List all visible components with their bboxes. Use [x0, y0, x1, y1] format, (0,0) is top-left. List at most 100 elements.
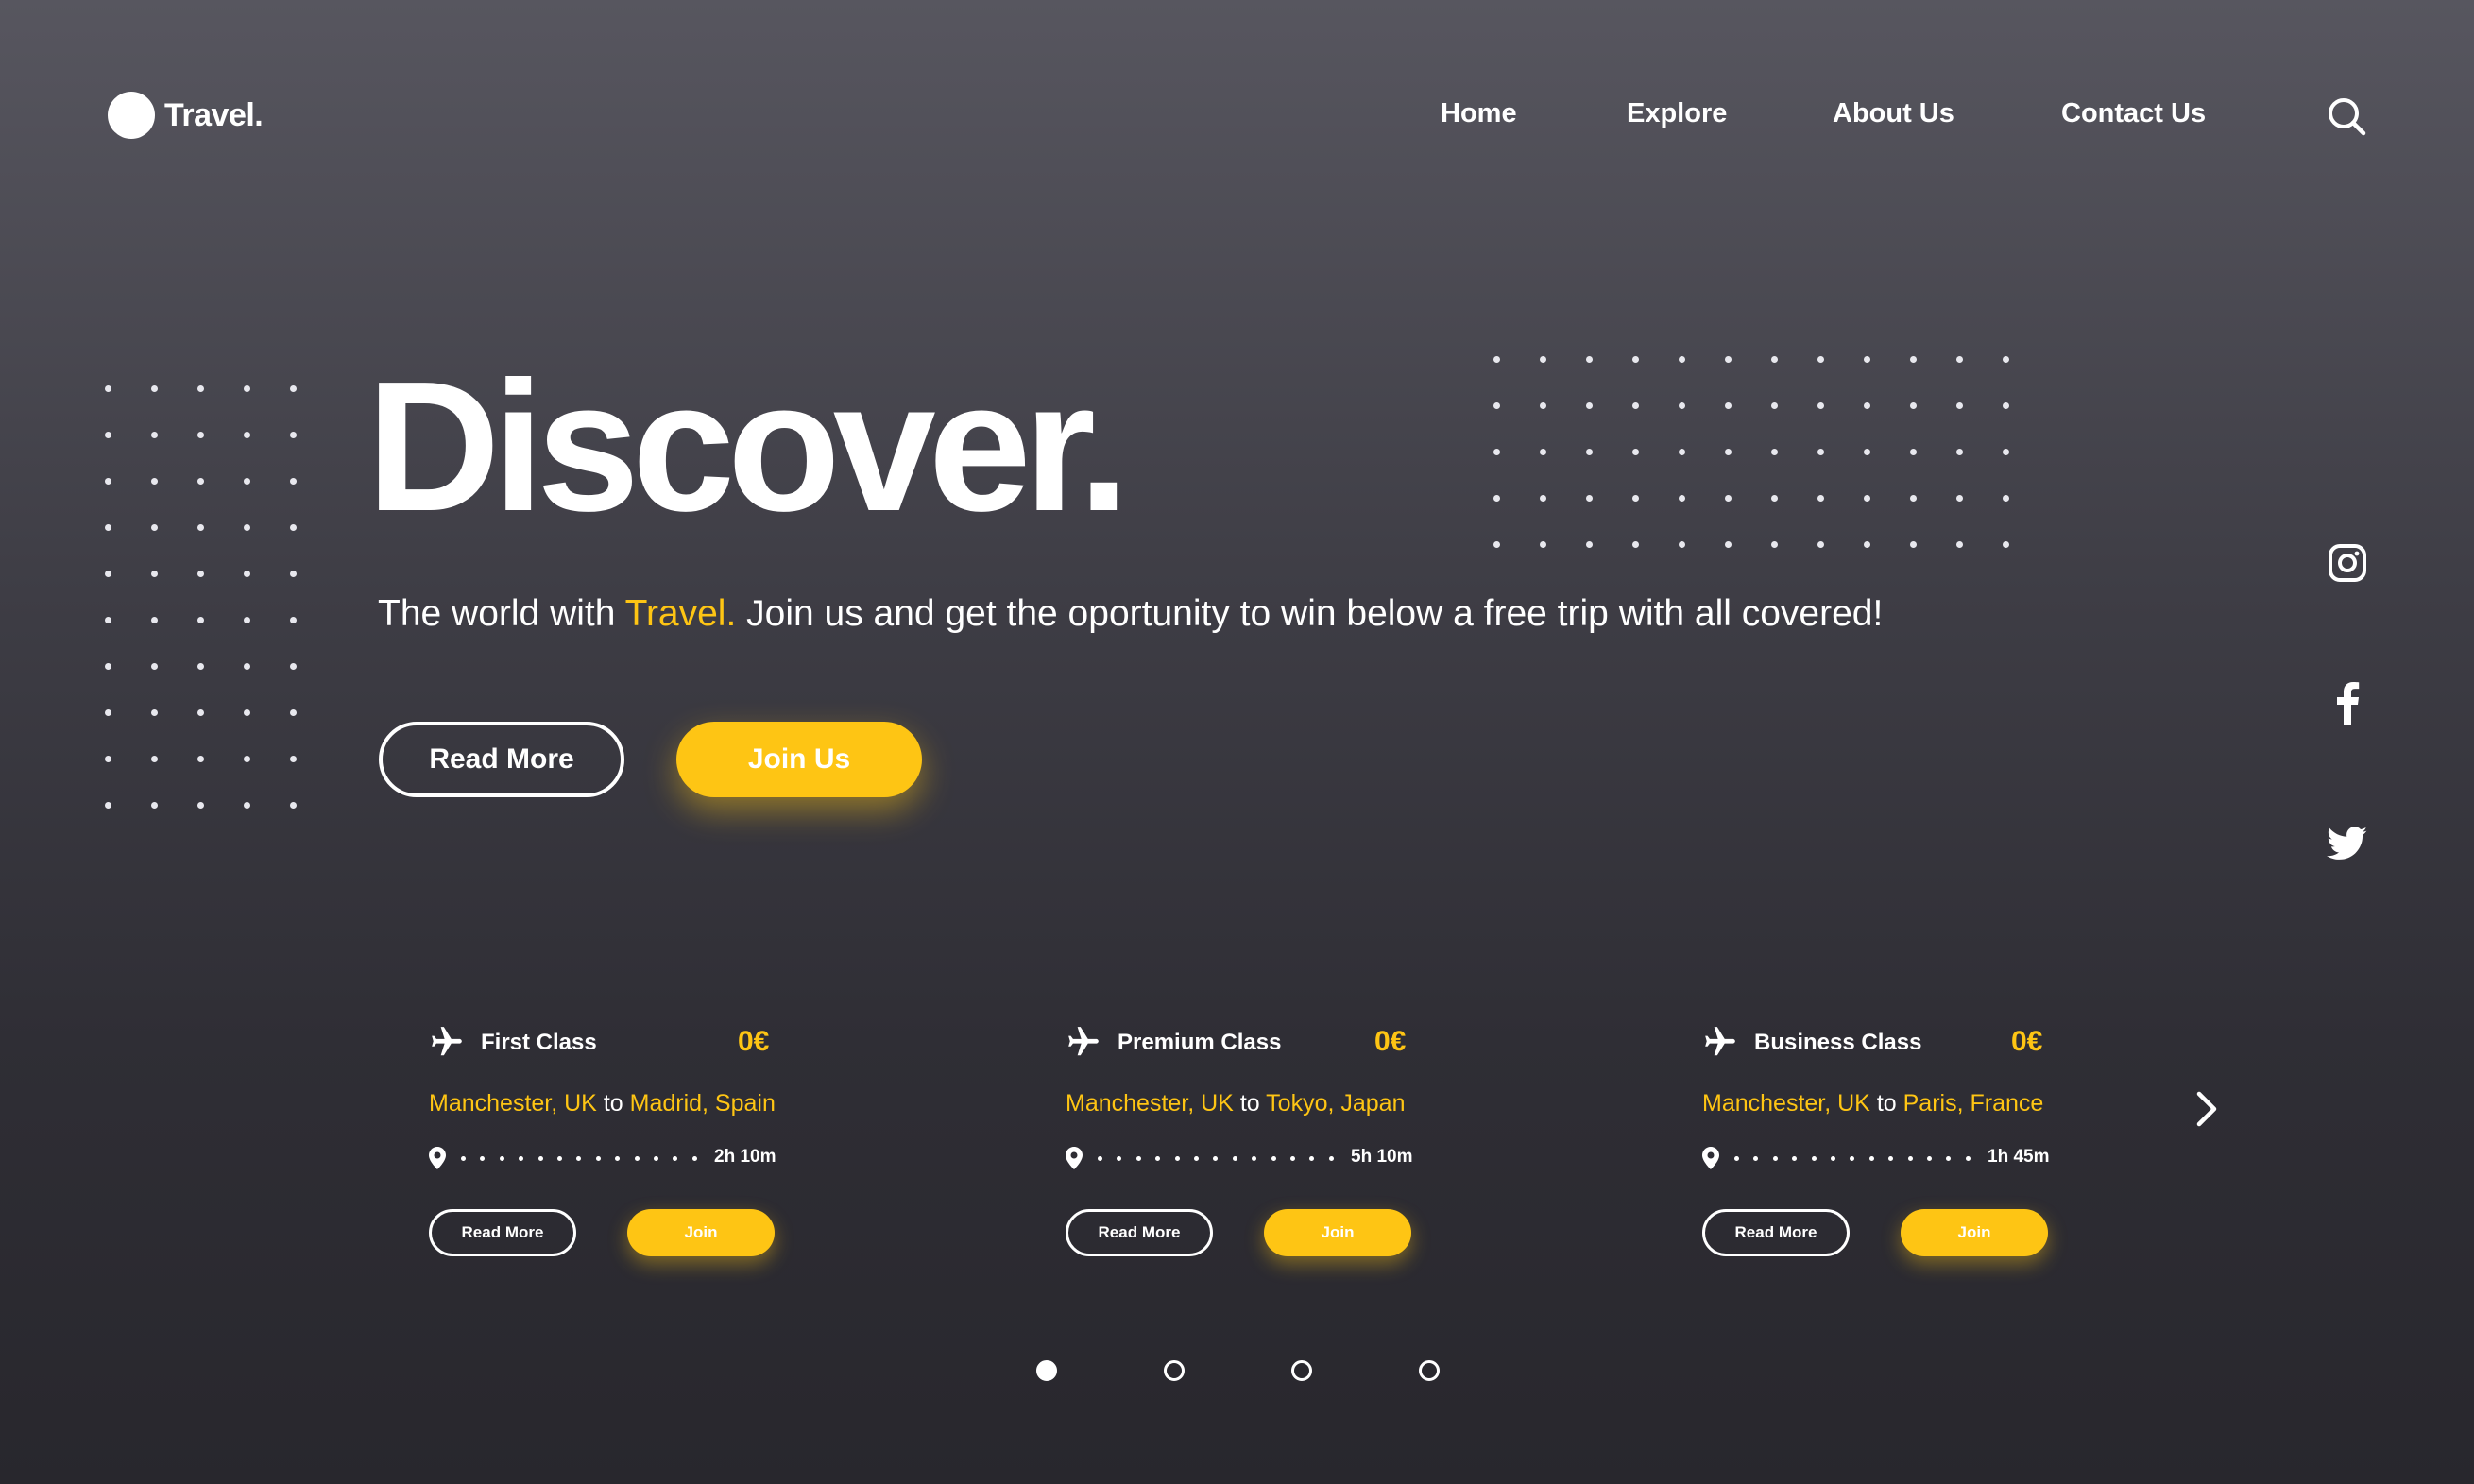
flight-duration: 2h 10m: [714, 1147, 776, 1167]
card-read-more-button[interactable]: Read More: [1066, 1209, 1213, 1256]
card-join-button[interactable]: Join: [1264, 1209, 1411, 1256]
route-track-dot: [1811, 1156, 1817, 1161]
route-track-dot: [480, 1156, 486, 1161]
ticket-card: Premium Class 0€ Manchester, UK to Tokyo…: [1066, 1020, 1415, 1266]
route-destination: Tokyo, Japan: [1266, 1090, 1406, 1117]
card-join-button[interactable]: Join: [627, 1209, 775, 1256]
route-track-dot: [499, 1156, 504, 1161]
card-read-more-button[interactable]: Read More: [1702, 1209, 1850, 1256]
route-origin: Manchester, UK: [1066, 1090, 1234, 1117]
airplane-icon: [429, 1024, 465, 1060]
route-track-dot: [1888, 1156, 1894, 1161]
route-track-dot: [557, 1156, 563, 1161]
read-more-button[interactable]: Read More: [379, 722, 624, 797]
route-track-dot: [1772, 1156, 1778, 1161]
route-track-dot: [673, 1156, 678, 1161]
route-destination: Paris, France: [1902, 1090, 2044, 1117]
ticket-card: Business Class 0€ Manchester, UK to Pari…: [1702, 1020, 2052, 1266]
route-track-dot: [1213, 1156, 1219, 1161]
airplane-icon: [1702, 1024, 1738, 1060]
route-track: [1098, 1156, 1334, 1161]
twitter-icon[interactable]: [2324, 820, 2371, 867]
route-origin: Manchester, UK: [1702, 1090, 1870, 1117]
brand-name: Travel.: [164, 96, 264, 133]
hero-subtitle: The world with Travel. Join us and get t…: [378, 593, 1883, 635]
route-track-dot: [576, 1156, 582, 1161]
brand-logo[interactable]: Travel.: [108, 92, 264, 139]
ticket-class: Premium Class: [1118, 1030, 1282, 1055]
route-track: [1734, 1156, 1971, 1161]
route-origin: Manchester, UK: [429, 1090, 597, 1117]
airplane-icon: [1066, 1024, 1101, 1060]
ticket-card: First Class 0€ Manchester, UK to Madrid,…: [429, 1020, 778, 1266]
route-track-dot: [634, 1156, 640, 1161]
route-track-dot: [1850, 1156, 1855, 1161]
route-track-dot: [1135, 1156, 1141, 1161]
route-track-dot: [1309, 1156, 1315, 1161]
location-pin-icon: [1702, 1147, 1719, 1169]
route-track: [461, 1156, 697, 1161]
ticket-price: 0€: [1374, 1026, 1407, 1057]
route-track-dot: [1927, 1156, 1933, 1161]
join-us-button[interactable]: Join Us: [676, 722, 922, 797]
nav-item-home[interactable]: Home: [1441, 98, 1517, 129]
logo-circle-icon: [108, 92, 155, 139]
hero-subtitle-brand: Travel.: [624, 593, 737, 634]
card-read-more-button[interactable]: Read More: [429, 1209, 576, 1256]
route-to-word: to: [1876, 1090, 1897, 1117]
flight-duration: 1h 45m: [1988, 1147, 2050, 1167]
ticket-class: Business Class: [1754, 1030, 1922, 1055]
ticket-class: First Class: [481, 1030, 597, 1055]
route-track-dot: [654, 1156, 659, 1161]
nav-item-about-us[interactable]: About Us: [1833, 98, 1954, 129]
route-track-dot: [1965, 1156, 1971, 1161]
ticket-route: Manchester, UK to Paris, France: [1702, 1090, 2043, 1117]
ticket-price: 0€: [2011, 1026, 2043, 1057]
carousel-page-dot[interactable]: [1291, 1360, 1312, 1381]
route-track-dot: [1792, 1156, 1798, 1161]
route-track-dot: [461, 1156, 466, 1161]
route-track-dot: [1734, 1156, 1739, 1161]
route-to-word: to: [603, 1090, 623, 1117]
ticket-route: Manchester, UK to Madrid, Spain: [429, 1090, 776, 1117]
carousel-page-dot[interactable]: [1036, 1360, 1057, 1381]
route-track-dot: [1831, 1156, 1836, 1161]
route-track-dot: [1868, 1156, 1874, 1161]
search-icon[interactable]: [2326, 95, 2367, 137]
ticket-price: 0€: [738, 1026, 770, 1057]
route-track-dot: [1753, 1156, 1759, 1161]
route-track-dot: [1290, 1156, 1296, 1161]
location-pin-icon: [429, 1147, 446, 1169]
route-track-dot: [537, 1156, 543, 1161]
hero-title: Discover.: [367, 343, 1130, 550]
carousel-page-dot[interactable]: [1419, 1360, 1440, 1381]
ticket-route: Manchester, UK to Tokyo, Japan: [1066, 1090, 1406, 1117]
route-track-dot: [1194, 1156, 1200, 1161]
facebook-icon[interactable]: [2324, 679, 2371, 726]
route-to-word: to: [1239, 1090, 1260, 1117]
flight-duration: 5h 10m: [1351, 1147, 1413, 1167]
route-track-dot: [595, 1156, 601, 1161]
decorative-dot-grid-left: [105, 385, 297, 809]
instagram-icon[interactable]: [2324, 539, 2371, 587]
route-track-dot: [1328, 1156, 1334, 1161]
route-track-dot: [1117, 1156, 1122, 1161]
route-track-dot: [691, 1156, 697, 1161]
hero-subtitle-start: The world with: [378, 593, 625, 634]
carousel-next-chevron-icon[interactable]: [2190, 1088, 2224, 1130]
hero-subtitle-end: Join us and get the oportunity to win be…: [736, 593, 1884, 634]
nav-item-explore[interactable]: Explore: [1627, 98, 1727, 129]
carousel-page-dot[interactable]: [1164, 1360, 1185, 1381]
decorative-dot-grid-right: [1493, 356, 2009, 548]
nav-item-contact-us[interactable]: Contact Us: [2061, 98, 2206, 129]
route-track-dot: [1155, 1156, 1161, 1161]
route-track-dot: [1174, 1156, 1180, 1161]
route-track-dot: [1232, 1156, 1237, 1161]
route-track-dot: [1946, 1156, 1952, 1161]
route-track-dot: [1271, 1156, 1276, 1161]
route-track-dot: [1252, 1156, 1257, 1161]
route-track-dot: [615, 1156, 621, 1161]
route-destination: Madrid, Spain: [629, 1090, 776, 1117]
card-join-button[interactable]: Join: [1901, 1209, 2048, 1256]
route-track-dot: [1907, 1156, 1913, 1161]
